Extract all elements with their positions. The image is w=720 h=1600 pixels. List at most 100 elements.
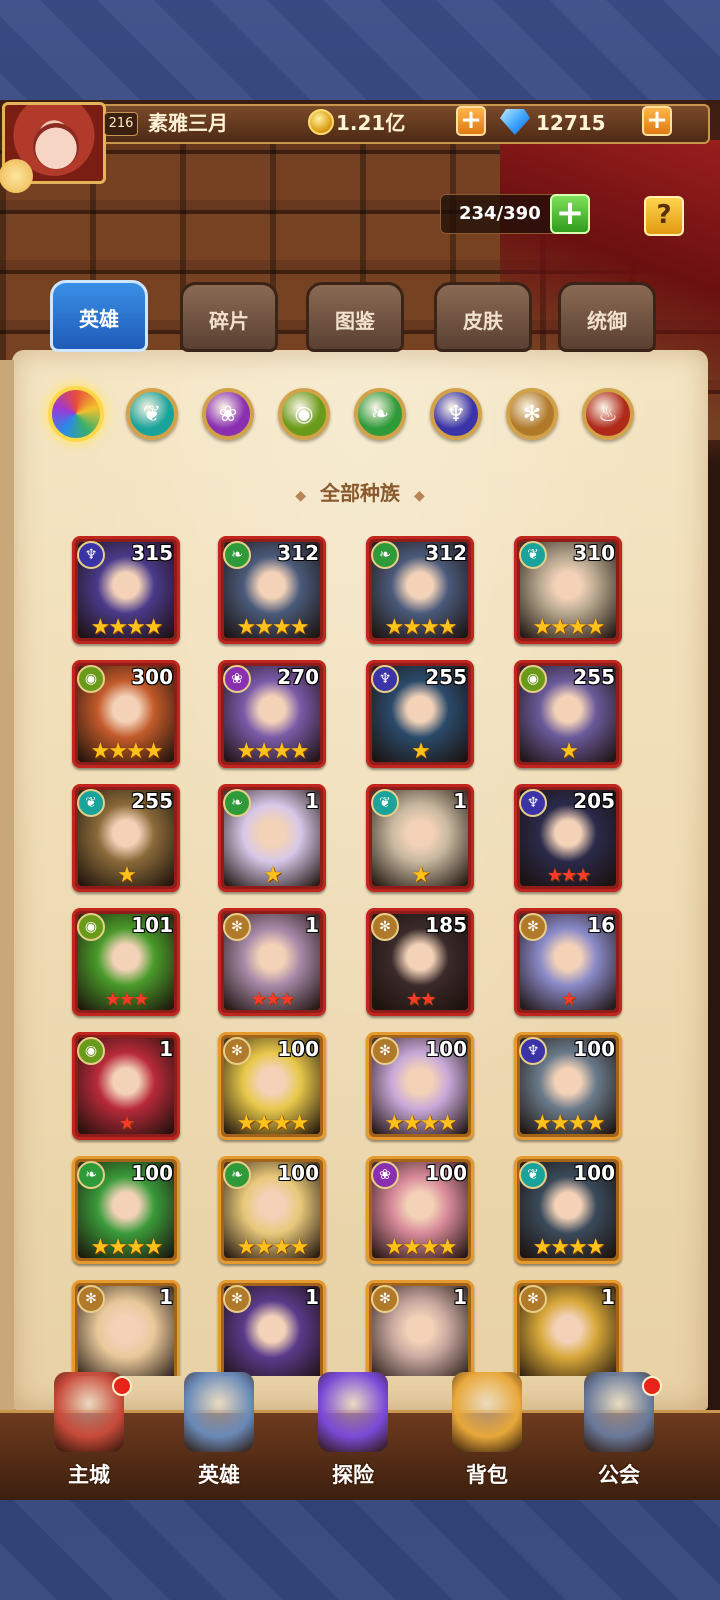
hero-level: 100 xyxy=(277,1037,319,1061)
race-light-filter-button[interactable]: ✻ xyxy=(506,388,558,440)
hero-card[interactable]: ✻ 100 ★★★★ xyxy=(366,1032,474,1140)
hero-card[interactable]: ❦ 255 ★ xyxy=(72,784,180,892)
hero-level: 100 xyxy=(573,1037,615,1061)
star-rating: ★★★★ xyxy=(236,739,310,764)
race-filter-label: 全部种族 xyxy=(320,481,400,505)
hero-card[interactable]: ✻ 1 xyxy=(218,1280,326,1376)
hero-card[interactable]: ♆ 315 ★★★★ xyxy=(72,536,180,644)
hero-card[interactable]: ✻ 100 ★★★★ xyxy=(218,1032,326,1140)
race-cyan-icon: ❦ xyxy=(371,789,399,817)
race-purple-filter-button[interactable]: ❀ xyxy=(202,388,254,440)
hero-level: 100 xyxy=(277,1161,319,1185)
hero-card[interactable]: ❀ 100 ★★★★ xyxy=(366,1156,474,1264)
race-light-icon: ✻ xyxy=(522,401,542,427)
race-light-icon: ✻ xyxy=(223,1037,251,1065)
hero-level: 101 xyxy=(131,913,173,937)
hero-level: 1 xyxy=(453,789,467,813)
gold-coin-icon xyxy=(308,109,334,135)
race-demon-filter-button[interactable]: ♆ xyxy=(430,388,482,440)
hero-card[interactable]: ❦ 100 ★★★★ xyxy=(514,1156,622,1264)
hero-card[interactable]: ◉ 255 ★ xyxy=(514,660,622,768)
race-green-eye-icon: ◉ xyxy=(519,665,547,693)
hero-card[interactable]: ✻ 1 xyxy=(72,1280,180,1376)
hero-card[interactable]: ◉ 1 ★ xyxy=(72,1032,180,1140)
section-title: ◆ 全部种族 ◆ xyxy=(0,478,720,511)
hero-level: 312 xyxy=(425,541,467,565)
hero-card[interactable]: ❦ 1 ★ xyxy=(366,784,474,892)
hero-level: 1 xyxy=(305,789,319,813)
race-light-icon: ✻ xyxy=(223,1285,251,1313)
race-demon-icon: ♆ xyxy=(77,541,105,569)
hero-level: 315 xyxy=(131,541,173,565)
hero-card[interactable]: ✻ 16 ★ xyxy=(514,908,622,1016)
nav-label: 主城 xyxy=(68,1463,110,1487)
hero-card[interactable]: ✻ 1 ★★★ xyxy=(218,908,326,1016)
race-light-icon: ✻ xyxy=(371,1285,399,1313)
hero-card[interactable]: ❧ 1 ★ xyxy=(218,784,326,892)
race-green-eye-icon: ◉ xyxy=(294,401,314,427)
race-green-eye-filter-button[interactable]: ◉ xyxy=(278,388,330,440)
player-level-badge: 216 xyxy=(104,112,138,136)
race-red-filter-button[interactable]: ♨ xyxy=(582,388,634,440)
all-races-filter-button[interactable] xyxy=(48,386,104,442)
moon-icon xyxy=(0,159,33,193)
hero-card[interactable]: ◉ 300 ★★★★ xyxy=(72,660,180,768)
hero-card[interactable]: ❧ 100 ★★★★ xyxy=(72,1156,180,1264)
hero-capacity-text: 234/390 xyxy=(459,203,541,224)
hero-level: 310 xyxy=(573,541,615,565)
hero-level: 1 xyxy=(159,1037,173,1061)
race-green-eye-icon: ◉ xyxy=(77,913,105,941)
help-button[interactable]: ? xyxy=(644,196,684,236)
race-light-icon: ✻ xyxy=(77,1285,105,1313)
race-leaf-icon: ❧ xyxy=(371,541,399,569)
race-leaf-filter-button[interactable]: ❧ xyxy=(354,388,406,440)
expand-capacity-button[interactable]: + xyxy=(550,194,590,234)
race-leaf-icon: ❧ xyxy=(223,789,251,817)
hero-card[interactable]: ◉ 101 ★★★ xyxy=(72,908,180,1016)
game-frame: 216 素雅三月 1.21亿 + 12715 + 234/390 + ? 英雄 … xyxy=(0,100,720,1500)
nav-hero[interactable]: 英雄 xyxy=(164,1372,274,1500)
hero-card[interactable]: ✻ 1 xyxy=(514,1280,622,1376)
hero-card[interactable]: ❧ 312 ★★★★ xyxy=(366,536,474,644)
star-rating: ★★★ xyxy=(104,989,149,1010)
race-leaf-icon: ❧ xyxy=(77,1161,105,1189)
diamond-ornament-icon: ◆ xyxy=(414,488,425,504)
nav-guild-tower[interactable]: 公会 xyxy=(564,1372,674,1500)
hero-card[interactable]: ✻ 185 ★★ xyxy=(366,908,474,1016)
hero-card[interactable]: ♆ 100 ★★★★ xyxy=(514,1032,622,1140)
hero-card[interactable]: ✻ 1 xyxy=(366,1280,474,1376)
star-rating: ★ xyxy=(559,739,579,764)
tab-skins[interactable]: 皮肤 xyxy=(434,282,532,352)
hero-card[interactable]: ❧ 100 ★★★★ xyxy=(218,1156,326,1264)
nav-portal[interactable]: 探险 xyxy=(298,1372,408,1500)
tab-command[interactable]: 统御 xyxy=(558,282,656,352)
nav-label: 英雄 xyxy=(198,1463,240,1487)
avatar-face xyxy=(33,123,79,169)
tab-heroes[interactable]: 英雄 xyxy=(50,280,148,352)
hero-card[interactable]: ❀ 270 ★★★★ xyxy=(218,660,326,768)
tab-codex[interactable]: 图鉴 xyxy=(306,282,404,352)
star-rating: ★ xyxy=(560,989,577,1010)
player-avatar[interactable] xyxy=(0,102,106,193)
hero-level: 205 xyxy=(573,789,615,813)
race-demon-icon: ♆ xyxy=(519,789,547,817)
hero-card[interactable]: ❧ 312 ★★★★ xyxy=(218,536,326,644)
player-name: 素雅三月 xyxy=(148,111,228,135)
star-rating: ★★★★ xyxy=(532,615,606,640)
add-gold-button[interactable]: + xyxy=(456,106,486,136)
hero-card[interactable]: ❦ 310 ★★★★ xyxy=(514,536,622,644)
hero-card[interactable]: ♆ 255 ★ xyxy=(366,660,474,768)
nav-castle[interactable]: 主城 xyxy=(34,1372,144,1500)
hero-level: 312 xyxy=(277,541,319,565)
hero-card[interactable]: ♆ 205 ★★★ xyxy=(514,784,622,892)
nav-backpack[interactable]: 背包 xyxy=(432,1372,542,1500)
add-gems-button[interactable]: + xyxy=(642,106,672,136)
star-rating: ★ xyxy=(118,1113,135,1134)
race-cyan-filter-button[interactable]: ❦ xyxy=(126,388,178,440)
tab-fragments[interactable]: 碎片 xyxy=(180,282,278,352)
nav-label: 探险 xyxy=(332,1463,374,1487)
star-rating: ★★★★ xyxy=(384,615,458,640)
race-demon-icon: ♆ xyxy=(371,665,399,693)
race-light-icon: ✻ xyxy=(371,1037,399,1065)
hero-level: 16 xyxy=(587,913,615,937)
